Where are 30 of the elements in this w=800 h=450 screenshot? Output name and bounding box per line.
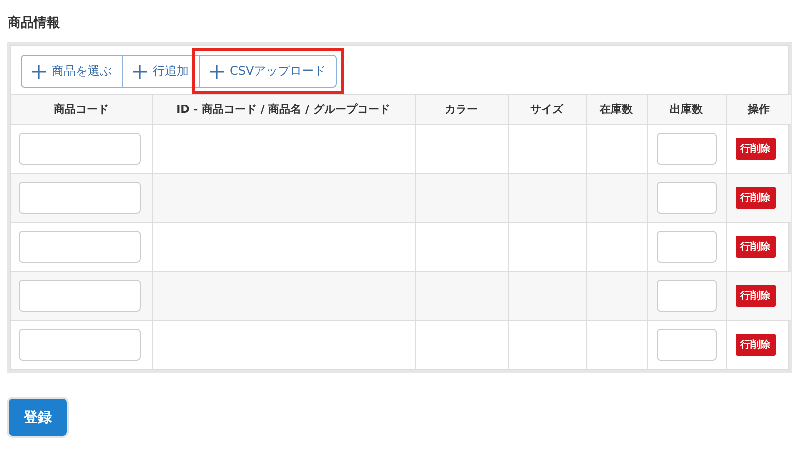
quantity-field[interactable]: [656, 280, 716, 312]
column-header: サイズ: [508, 94, 586, 124]
column-header: カラー: [415, 94, 508, 124]
column-header: 在庫数: [586, 94, 647, 124]
quantity-field[interactable]: [656, 133, 716, 165]
product-code-field[interactable]: [19, 231, 141, 263]
plus-icon: [210, 64, 224, 78]
quantity-field[interactable]: [656, 182, 716, 214]
product-code-field[interactable]: [19, 280, 141, 312]
section-title: 商品情報: [8, 14, 60, 32]
product-code-field[interactable]: [19, 133, 141, 165]
quantity-field[interactable]: [656, 329, 716, 361]
product-code-field[interactable]: [19, 182, 141, 214]
column-header: 商品コード: [11, 94, 152, 124]
delete-row-button[interactable]: 行削除: [736, 187, 776, 209]
register-button[interactable]: 登録: [9, 399, 67, 436]
product-code-field[interactable]: [19, 329, 141, 361]
toolbar-button[interactable]: 商品を選ぶ: [21, 55, 123, 88]
delete-row-button[interactable]: 行削除: [736, 285, 776, 307]
plus-icon: [32, 64, 46, 78]
column-header: ID - 商品コード / 商品名 / グループコード: [152, 94, 415, 124]
column-header: 出庫数: [647, 94, 726, 124]
toolbar-button[interactable]: 行追加: [122, 55, 200, 88]
column-header: 操作: [726, 94, 791, 124]
toolbar-button[interactable]: CSVアップロード: [199, 55, 338, 88]
quantity-field[interactable]: [656, 231, 716, 263]
delete-row-button[interactable]: 行削除: [736, 236, 776, 258]
delete-row-button[interactable]: 行削除: [736, 334, 776, 356]
delete-row-button[interactable]: 行削除: [736, 138, 776, 160]
plus-icon: [133, 64, 147, 78]
